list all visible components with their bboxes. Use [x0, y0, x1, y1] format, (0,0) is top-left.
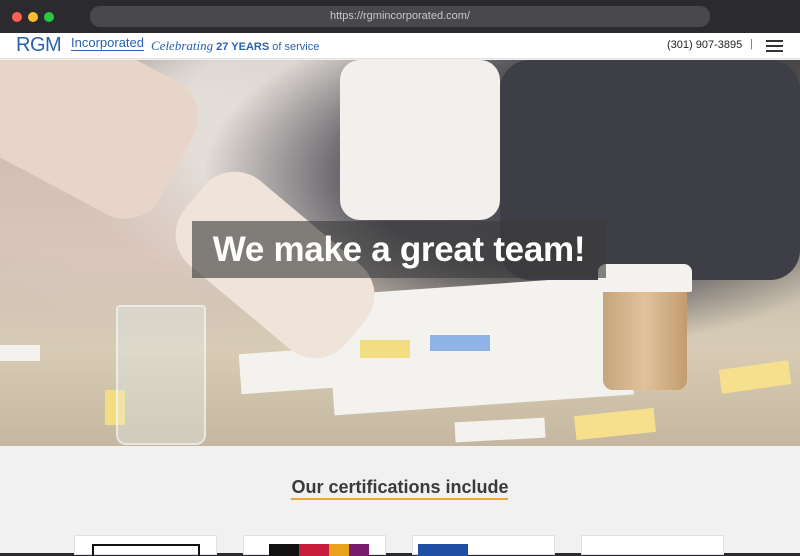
minimize-window-button[interactable] [28, 12, 38, 22]
sticky-note-yellow [718, 360, 792, 394]
tagline-celebrating: Celebrating [151, 38, 214, 53]
certification-card[interactable] [243, 535, 386, 556]
browser-window: https://rgmincorporated.com/ RGM Incorpo… [0, 0, 800, 556]
logo-incorporated[interactable]: Incorporated [71, 36, 144, 51]
hamburger-menu-icon[interactable] [766, 40, 783, 52]
phone-link[interactable]: (301) 907-3895 [667, 39, 742, 51]
close-window-button[interactable] [12, 12, 22, 22]
certification-logo [92, 544, 200, 556]
address-bar[interactable]: https://rgmincorporated.com/ [90, 6, 710, 27]
arm-left [0, 60, 213, 233]
hero-banner: We make a great team! [192, 221, 606, 278]
certification-card[interactable] [581, 535, 724, 555]
tagline-service: of service [272, 41, 320, 53]
maximize-window-button[interactable] [44, 12, 54, 22]
hero-title: We make a great team! [212, 230, 586, 269]
hero-section: We make a great team! [0, 60, 800, 446]
sticky-note-blue [430, 335, 490, 351]
certification-card[interactable] [412, 535, 555, 556]
site-header: RGM Incorporated Celebrating 27 YEARS of… [0, 33, 800, 59]
browser-titlebar: https://rgmincorporated.com/ [0, 0, 800, 33]
certifications-heading: Our certifications include [291, 477, 509, 497]
certifications-section: Our certifications include [0, 446, 800, 556]
heading-underline [291, 498, 508, 500]
certification-logo [418, 544, 468, 556]
certification-card[interactable] [74, 535, 217, 556]
water-glass [116, 305, 206, 445]
shirt-white [340, 60, 500, 220]
coffee-cup-lid [598, 264, 692, 292]
sticky-note-yellow [360, 340, 410, 358]
sticky-note-yellow [573, 407, 657, 441]
paper-card [0, 345, 40, 361]
header-separator: | [750, 38, 753, 50]
certification-logo [269, 544, 369, 556]
anniversary-tagline: Celebrating 27 YEARS of service [151, 38, 319, 54]
tagline-years: 27 YEARS [216, 41, 270, 53]
paper-card [454, 417, 546, 443]
logo-rgm[interactable]: RGM [16, 34, 62, 57]
